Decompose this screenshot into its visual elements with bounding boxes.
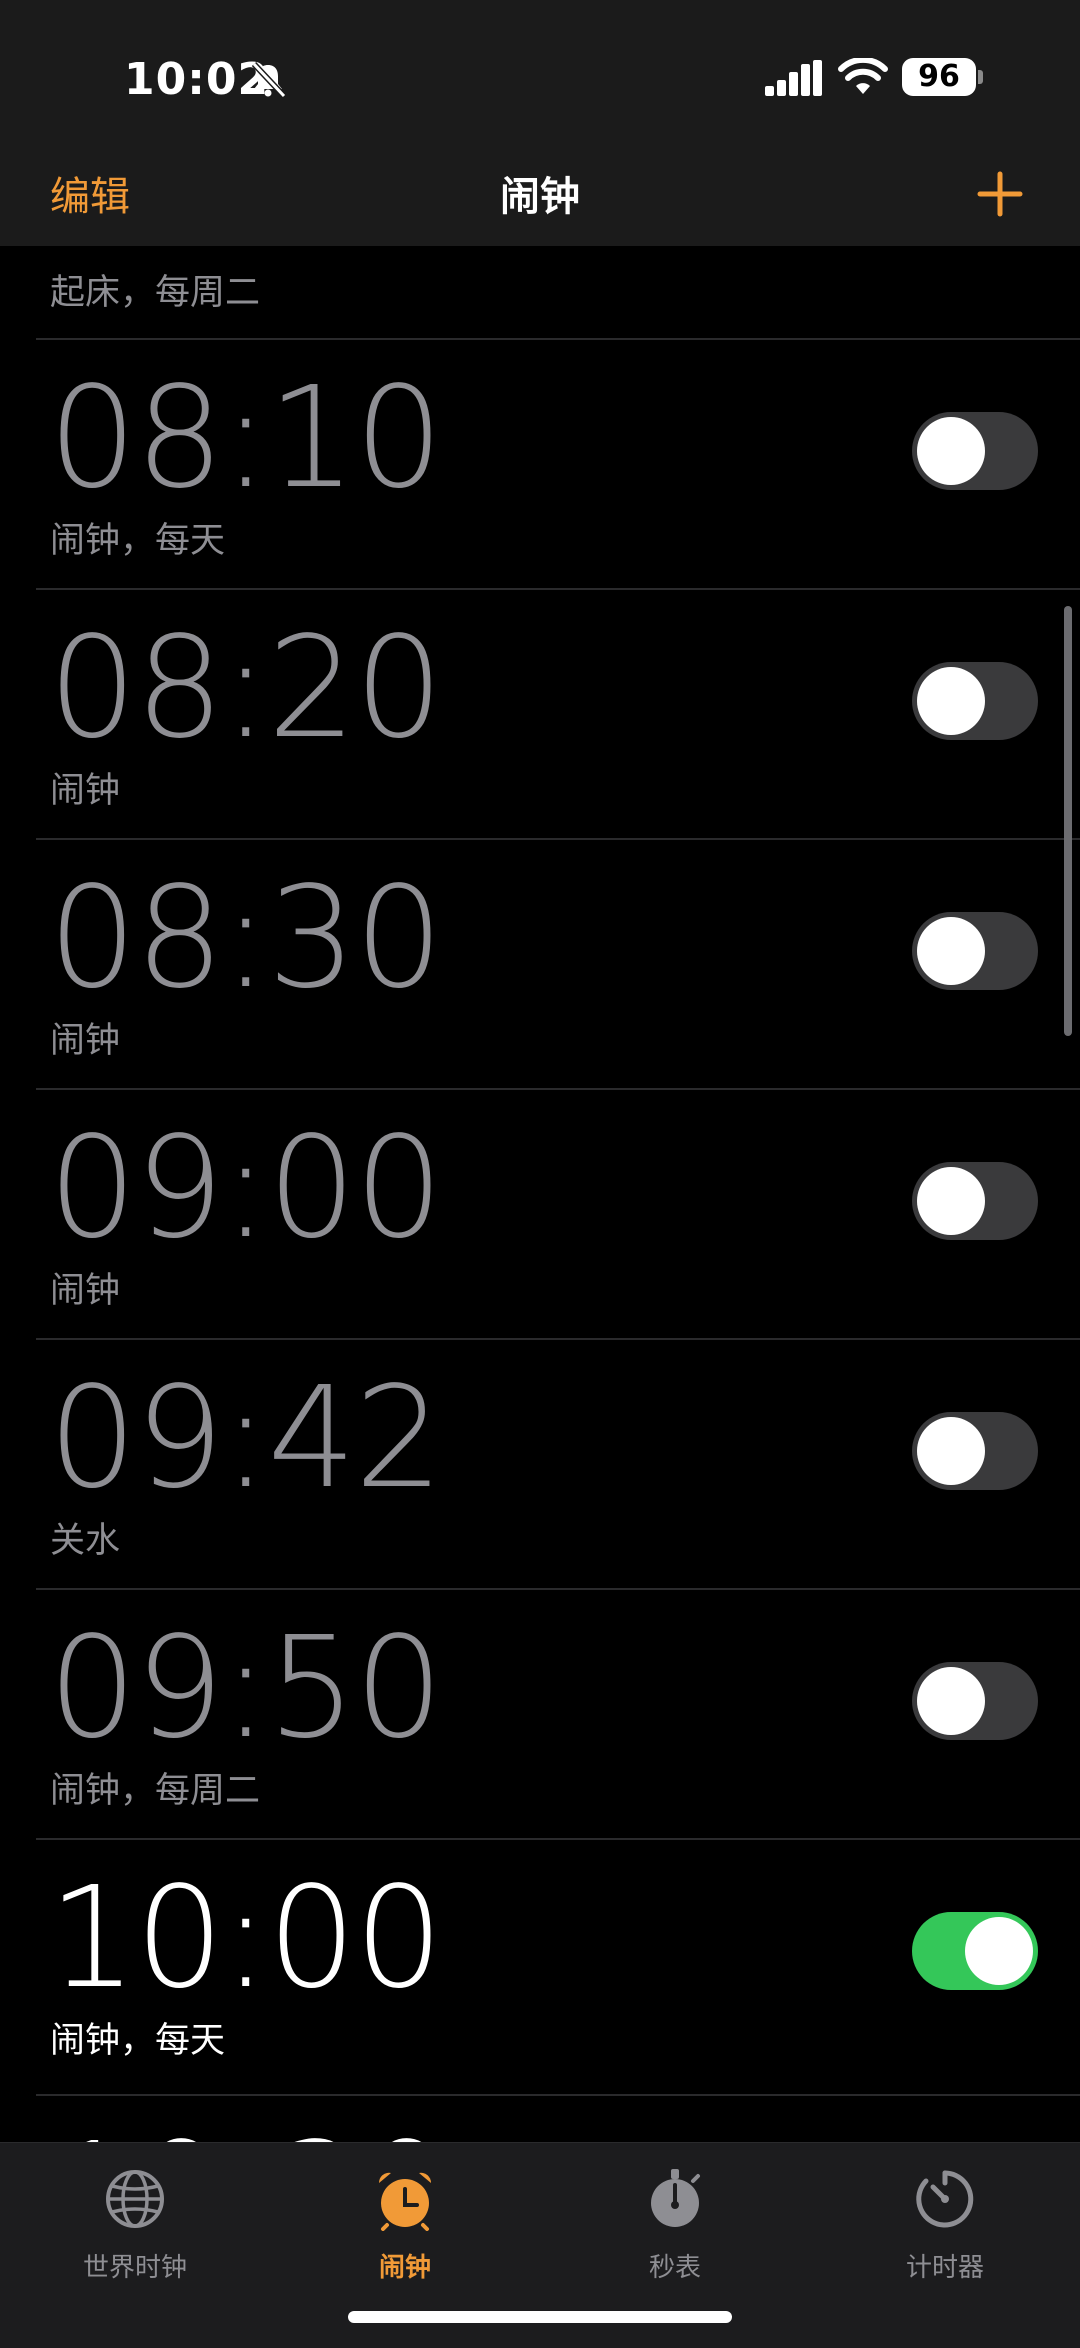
tab-label: 闹钟 xyxy=(378,2253,431,2283)
alarm-time: 08:30 xyxy=(48,857,443,1020)
alarm-time: 09:00 xyxy=(48,1107,443,1270)
alarm-list[interactable]: 起床，每周二 08:10 闹钟，每天 08:20 闹钟 08:30 闹钟 09:… xyxy=(0,246,1080,2142)
alarm-label: 闹钟，每天 xyxy=(50,2021,226,2061)
wifi-icon xyxy=(838,58,888,94)
tab-stopwatch[interactable]: 秒表 xyxy=(540,2157,810,2287)
status-bar: 10:02 96 xyxy=(0,44,1080,114)
alarm-row[interactable]: 08:20 闹钟 xyxy=(36,588,1080,838)
alarm-row[interactable]: 09:50 闹钟，每周二 xyxy=(36,1588,1080,1838)
alarm-label: 闹钟，每天 xyxy=(50,521,226,561)
partial-alarm-label: 起床，每周二 xyxy=(50,273,261,313)
alarm-toggle[interactable] xyxy=(912,1662,1038,1740)
alarm-toggle[interactable] xyxy=(912,1912,1038,1990)
tab-label: 世界时钟 xyxy=(82,2253,187,2283)
alarm-label: 闹钟 xyxy=(50,1271,121,1311)
battery-tip xyxy=(978,70,983,84)
header: 10:02 96 编辑 闹钟 xyxy=(0,0,1080,246)
battery-icon: 96 xyxy=(902,58,976,96)
tab-world-clock[interactable]: 世界时钟 xyxy=(0,2157,270,2287)
page-title: 闹钟 xyxy=(500,174,580,220)
plus-icon[interactable] xyxy=(976,170,1024,218)
toggle-knob xyxy=(917,1667,985,1735)
alarm-toggle[interactable] xyxy=(912,1412,1038,1490)
alarm-label: 闹钟 xyxy=(50,771,121,811)
alarm-toggle[interactable] xyxy=(912,1162,1038,1240)
alarm-toggle[interactable] xyxy=(912,912,1038,990)
alarm-label: 关水 xyxy=(50,1521,121,1561)
alarm-label: 闹钟，每周二 xyxy=(50,1771,261,1811)
alarm-row[interactable]: 08:10 闹钟，每天 xyxy=(36,338,1080,588)
toggle-knob xyxy=(917,1417,985,1485)
alarm-label: 闹钟 xyxy=(50,1021,121,1061)
toggle-knob xyxy=(965,1917,1033,1985)
globe-icon xyxy=(106,2170,164,2228)
alarm-time: 09:50 xyxy=(48,1607,443,1770)
alarm-toggle[interactable] xyxy=(912,662,1038,740)
tab-timer[interactable]: 计时器 xyxy=(810,2157,1080,2287)
bell-slash-icon xyxy=(251,61,287,99)
stopwatch-icon xyxy=(651,2169,700,2227)
alarm-row[interactable]: 09:00 闹钟 xyxy=(36,1088,1080,1338)
tab-label: 秒表 xyxy=(648,2253,701,2283)
alarm-row[interactable]: 08:30 闹钟 xyxy=(36,838,1080,1088)
tab-label: 计时器 xyxy=(905,2253,984,2283)
alarm-time: 08:10 xyxy=(48,357,443,520)
battery-level: 96 xyxy=(918,59,960,94)
scrollbar[interactable] xyxy=(1064,606,1072,1036)
tab-alarm[interactable]: 闹钟 xyxy=(270,2157,540,2287)
alarm-time: 08:20 xyxy=(48,607,443,770)
alarm-toggle[interactable] xyxy=(912,412,1038,490)
nav-bar: 编辑 闹钟 xyxy=(0,150,1080,230)
toggle-knob xyxy=(917,417,985,485)
alarm-time: 10:00 xyxy=(48,1857,443,2020)
toggle-knob xyxy=(917,667,985,735)
timer-icon xyxy=(916,2170,974,2228)
toggle-knob xyxy=(917,1167,985,1235)
alarm-row[interactable]: 09:42 关水 xyxy=(36,1338,1080,1588)
alarm-row-partial[interactable]: 10:30 xyxy=(36,2094,1080,2142)
alarm-time: 09:42 xyxy=(48,1357,443,1520)
toggle-knob xyxy=(917,917,985,985)
alarm-row[interactable]: 10:00 闹钟，每天 xyxy=(36,1838,1080,2088)
alarm-clock-icon xyxy=(378,2172,432,2231)
signal-icon xyxy=(765,60,822,96)
home-indicator[interactable] xyxy=(348,2311,732,2323)
alarm-time: 10:30 xyxy=(48,2110,451,2142)
